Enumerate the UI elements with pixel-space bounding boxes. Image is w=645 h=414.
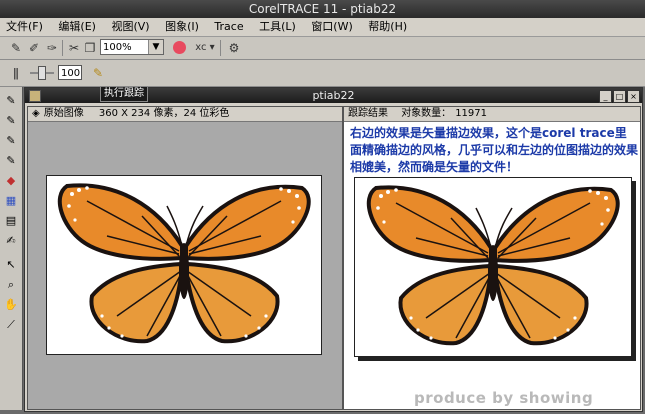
chevron-down-icon[interactable]: ▼ <box>148 40 163 54</box>
original-image-pane: ◈ 原始图像 360 X 234 像素，24 位彩色 <box>27 106 343 410</box>
watermark-text: produce by showing <box>414 389 594 407</box>
original-label: 原始图像 <box>43 108 84 119</box>
maximize-button[interactable]: □ <box>613 90 626 103</box>
open-icon[interactable]: ✐ <box>26 40 42 56</box>
trace-sketch-icon[interactable]: ✎ <box>3 153 19 169</box>
trace-options-icon[interactable]: ⚙ <box>226 40 242 56</box>
menu-bar: 文件(F) 编辑(E) 视图(V) 图象(I) Trace 工具(L) 窗口(W… <box>0 18 645 37</box>
image-info: 360 X 234 像素，24 位彩色 <box>98 108 230 119</box>
annotation-caption: 右边的效果是矢量描边效果，这个是corel trace里面精确描边的风格，几乎可… <box>350 126 639 174</box>
copy-icon[interactable]: ❐ <box>82 40 98 56</box>
menu-file[interactable]: 文件(F) <box>0 18 49 36</box>
trace-woodcut-icon[interactable]: ✎ <box>3 133 19 149</box>
menu-edit[interactable]: 编辑(E) <box>52 18 102 36</box>
traced-butterfly-image <box>366 185 620 346</box>
brush-icon[interactable]: ǁ <box>8 65 24 81</box>
butterfly-image <box>57 183 311 344</box>
original-image <box>46 175 322 355</box>
zoom-select[interactable]: 100% ▼ <box>100 39 164 55</box>
trace-form-icon[interactable]: ✍ <box>3 233 19 249</box>
toolbar-divider <box>62 40 63 56</box>
traced-image <box>354 177 632 357</box>
trace-outline-icon[interactable]: ✎ <box>3 93 19 109</box>
object-count-label: 对象数量： <box>401 108 452 119</box>
trace-ocr-icon[interactable]: ▤ <box>3 213 19 229</box>
menu-trace[interactable]: Trace <box>208 18 249 36</box>
menu-help[interactable]: 帮助(H) <box>362 18 413 36</box>
pane-bullet-icon: ◈ <box>32 108 40 119</box>
property-bar: ǁ 100 ✎ <box>0 60 645 87</box>
result-label: 跟踪结果 <box>348 108 388 119</box>
document-icon <box>29 90 41 102</box>
document-title: ptiab22 <box>312 89 355 102</box>
standard-toolbar: ✎ ✐ ✑ ✂ ❐ 100% ▼ xc ▾ ⚙ <box>0 37 645 60</box>
original-pane-header: ◈ 原始图像 360 X 234 像素，24 位彩色 <box>28 107 342 122</box>
trace-result-pane: 跟踪结果 对象数量： 11971 右边的效果是矢量描边效果，这个是corel tr… <box>343 106 641 410</box>
zoom-icon[interactable]: ⌕ <box>3 277 19 293</box>
threshold-slider-knob[interactable] <box>38 66 46 80</box>
toolbox: ✎ ✎ ✎ ✎ ◆ ▦ ▤ ✍ ↖ ⌕ ✋ ⟋ <box>0 87 23 410</box>
window-title-bar: CorelTRACE 11 - ptiab22 <box>0 0 645 18</box>
document-window: ptiab22 _ □ × ◈原始图像 360 X 234 像素，24 位彩色 <box>24 87 643 412</box>
menu-tools[interactable]: 工具(L) <box>253 18 302 36</box>
minimize-button[interactable]: _ <box>599 90 612 103</box>
pointer-icon[interactable]: ↖ <box>3 257 19 273</box>
color-pick-icon[interactable]: ✎ <box>90 65 106 81</box>
menu-window[interactable]: 窗口(W) <box>305 18 358 36</box>
close-button[interactable]: × <box>627 90 640 103</box>
trace-3d-mosaic-icon[interactable]: ▦ <box>3 193 19 209</box>
menu-view[interactable]: 视图(V) <box>105 18 155 36</box>
ruler-icon[interactable]: ⟋ <box>3 317 19 333</box>
import-icon[interactable]: ✎ <box>8 40 24 56</box>
toolbar-divider <box>220 40 221 56</box>
save-icon[interactable]: ✑ <box>44 40 60 56</box>
trace-mode-dropdown[interactable]: xc ▾ <box>192 40 218 56</box>
trace-mosaic-icon[interactable]: ◆ <box>3 173 19 189</box>
menu-image[interactable]: 图象(I) <box>159 18 205 36</box>
record-icon[interactable] <box>173 41 186 54</box>
tooltip: 执行跟踪 <box>100 86 148 102</box>
threshold-input[interactable]: 100 <box>58 65 82 80</box>
cut-icon[interactable]: ✂ <box>66 40 82 56</box>
result-pane-header: 跟踪结果 对象数量： 11971 <box>344 107 640 122</box>
trace-centerline-icon[interactable]: ✎ <box>3 113 19 129</box>
hand-icon[interactable]: ✋ <box>3 297 19 313</box>
zoom-value: 100% <box>103 42 132 53</box>
object-count: 11971 <box>455 108 487 119</box>
window-title: CorelTRACE 11 - ptiab22 <box>248 2 397 16</box>
